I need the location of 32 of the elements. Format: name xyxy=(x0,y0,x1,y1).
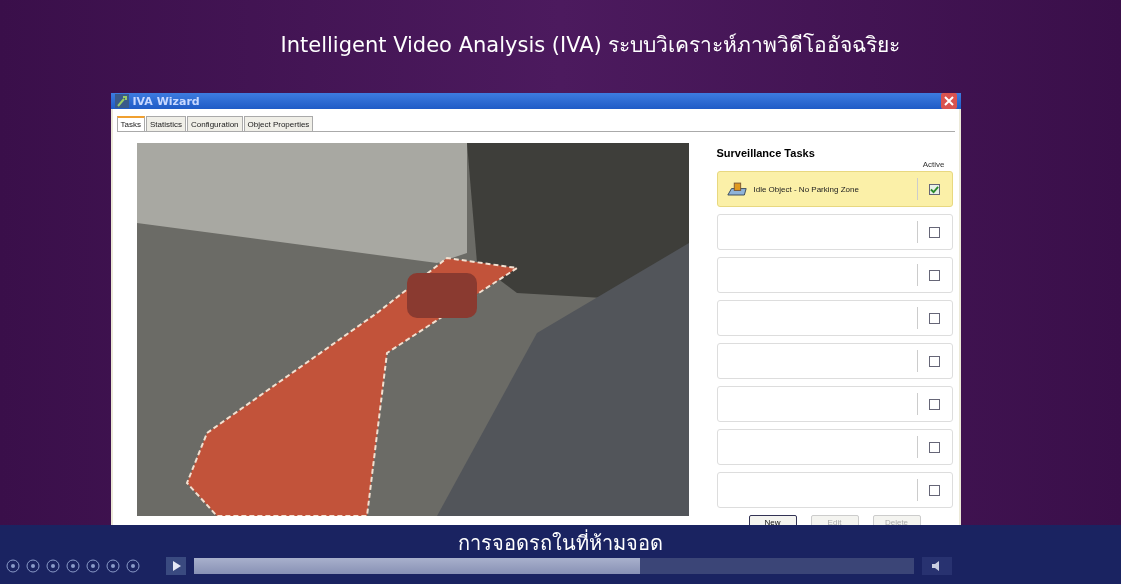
player-control-icon[interactable] xyxy=(6,559,20,573)
task-row[interactable]: Idle Object - No Parking Zone xyxy=(716,171,953,207)
checkbox[interactable] xyxy=(929,484,940,496)
checkbox[interactable] xyxy=(929,226,940,238)
panel-title: Surveillance Tasks xyxy=(716,147,816,159)
checkbox[interactable] xyxy=(929,183,940,195)
tab[interactable]: Statistics xyxy=(145,116,186,131)
checkbox[interactable] xyxy=(929,441,940,453)
volume-icon[interactable] xyxy=(922,557,952,575)
wrench-icon xyxy=(114,94,129,108)
progress-track[interactable] xyxy=(194,558,914,574)
player-control-icon[interactable] xyxy=(86,559,100,573)
slide-title: Intelligent Video Analysis (IVA) ระบบวิเคราะห์ภาพวิดีโออัจฉริยะ xyxy=(280,32,901,59)
player-control-icon[interactable] xyxy=(66,559,80,573)
object-zone-icon xyxy=(725,181,748,197)
checkbox[interactable] xyxy=(929,355,940,367)
player-control-icon[interactable] xyxy=(126,559,140,573)
checkbox[interactable] xyxy=(929,398,940,410)
checkbox[interactable] xyxy=(929,312,940,324)
player-control-icon[interactable] xyxy=(106,559,120,573)
caption: การจอดรถในที่ห้ามจอด xyxy=(458,528,663,557)
window-title: IVA Wizard xyxy=(132,94,201,108)
player-control-icon[interactable] xyxy=(26,559,40,573)
task-name: Idle Object - No Parking Zone xyxy=(753,184,859,194)
tab[interactable]: Object Properties xyxy=(243,116,314,131)
tab[interactable]: Configuration xyxy=(186,116,243,131)
play-icon[interactable] xyxy=(166,557,186,575)
player-control-icon[interactable] xyxy=(46,559,60,573)
column-header: Active xyxy=(922,160,945,169)
checkbox[interactable] xyxy=(929,269,940,281)
tab[interactable]: Tasks xyxy=(116,116,145,131)
close-icon[interactable] xyxy=(940,93,957,109)
